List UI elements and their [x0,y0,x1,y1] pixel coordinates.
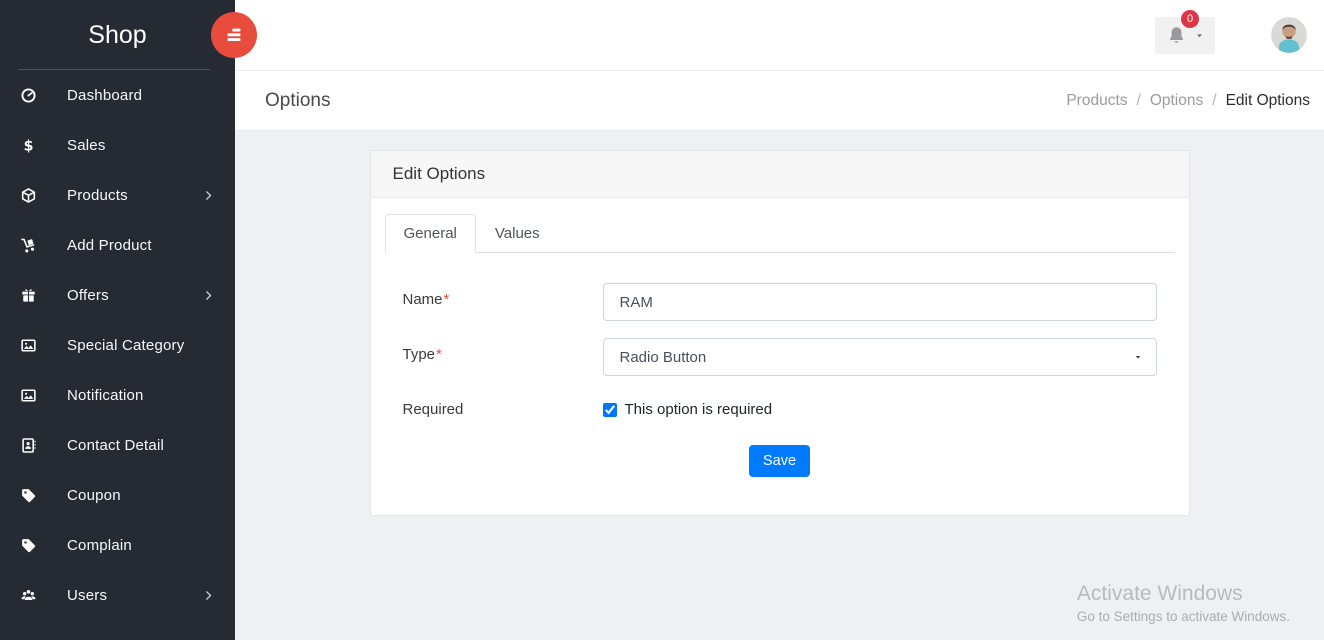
dolly-icon [20,237,37,254]
type-select-value: Radio Button [620,349,707,366]
sidebar-item-label: Notification [67,387,144,404]
sidebar-item-products[interactable]: Products [0,170,235,220]
sidebar-item-label: Contact Detail [67,437,164,454]
save-row: Save [403,445,1157,477]
sidebar-nav: Dashboard Sales Products Add [0,70,235,620]
sidebar-item-coupon[interactable]: Coupon [0,470,235,520]
sidebar-item-add-product[interactable]: Add Product [0,220,235,270]
app-window: Shop Dashboard Sales Products [0,0,1324,640]
sidebar-item-offers[interactable]: Offers [0,270,235,320]
dashboard-icon [20,87,37,104]
edit-option-form: Name* Type* Rad [385,283,1175,477]
sidebar-toggle-button[interactable] [211,12,257,58]
page-header: Options Products Options Edit Options [235,71,1324,131]
caret-down-icon [1133,352,1143,362]
required-row: Required This option is required [403,393,1157,418]
type-label: Type* [403,338,603,363]
sidebar-item-special-category[interactable]: Special Category [0,320,235,370]
notification-count-badge: 0 [1181,10,1199,28]
notifications-button[interactable]: 0 [1155,17,1215,54]
content-area: Edit Options General Values Name* [235,131,1324,640]
page-title: Options [265,90,330,112]
required-checkbox[interactable] [603,403,617,417]
sidebar-item-label: Products [67,187,128,204]
tab-values[interactable]: Values [476,214,559,253]
breadcrumb: Products Options Edit Options [1066,92,1310,110]
watermark-title: Activate Windows [1077,582,1290,606]
sidebar-item-label: Complain [67,537,132,554]
bell-icon [1166,25,1187,46]
card-body: General Values Name* [371,198,1189,515]
name-label: Name* [403,283,603,308]
save-button[interactable]: Save [749,445,810,477]
top-header: 0 [235,0,1324,71]
sidebar-item-complain[interactable]: Complain [0,520,235,570]
users-icon [20,587,37,604]
sidebar-item-label: Add Product [67,237,152,254]
edit-options-card: Edit Options General Values Name* [370,150,1190,516]
image-icon [20,337,37,354]
caret-down-icon [1194,30,1205,41]
avatar-image [1271,17,1307,53]
breadcrumb-item-edit-options[interactable]: Edit Options [1203,92,1310,110]
sidebar-item-label: Users [67,587,107,604]
sidebar-item-label: Sales [67,137,106,154]
tag-icon [20,487,37,504]
name-input[interactable] [603,283,1157,321]
breadcrumb-item-options[interactable]: Options [1128,92,1204,110]
activate-windows-watermark: Activate Windows Go to Settings to activ… [1077,582,1290,624]
sidebar-item-notification[interactable]: Notification [0,370,235,420]
sidebar-item-sales[interactable]: Sales [0,120,235,170]
tab-general[interactable]: General [385,214,476,253]
sidebar-item-contact-detail[interactable]: Contact Detail [0,420,235,470]
required-asterisk: * [444,291,450,308]
sidebar-item-label: Coupon [67,487,121,504]
chevron-right-icon [202,289,215,302]
required-asterisk: * [436,346,442,363]
type-row: Type* Radio Button [403,338,1157,376]
breadcrumb-item-products[interactable]: Products [1066,92,1127,110]
sidebar-item-label: Offers [67,287,109,304]
required-label: Required [403,393,603,418]
required-checkbox-label: This option is required [625,401,773,418]
watermark-subtitle: Go to Settings to activate Windows. [1077,609,1290,624]
chevron-right-icon [202,189,215,202]
cube-icon [20,187,37,204]
sidebar-item-dashboard[interactable]: Dashboard [0,70,235,120]
list-icon [223,24,245,46]
dollar-icon [20,137,37,154]
card-title: Edit Options [371,151,1189,198]
tab-bar: General Values [385,214,1175,253]
chevron-right-icon [202,589,215,602]
tag-icon [20,537,37,554]
type-select[interactable]: Radio Button [603,338,1157,376]
sidebar-item-label: Special Category [67,337,184,354]
name-row: Name* [403,283,1157,321]
gift-icon [20,287,37,304]
address-book-icon [20,437,37,454]
main-area: 0 Options [235,0,1324,640]
sidebar: Shop Dashboard Sales Products [0,0,235,640]
user-avatar[interactable] [1271,17,1307,53]
sidebar-item-label: Dashboard [67,87,142,104]
sidebar-item-users[interactable]: Users [0,570,235,620]
brand-title: Shop [0,0,235,70]
image-icon [20,387,37,404]
